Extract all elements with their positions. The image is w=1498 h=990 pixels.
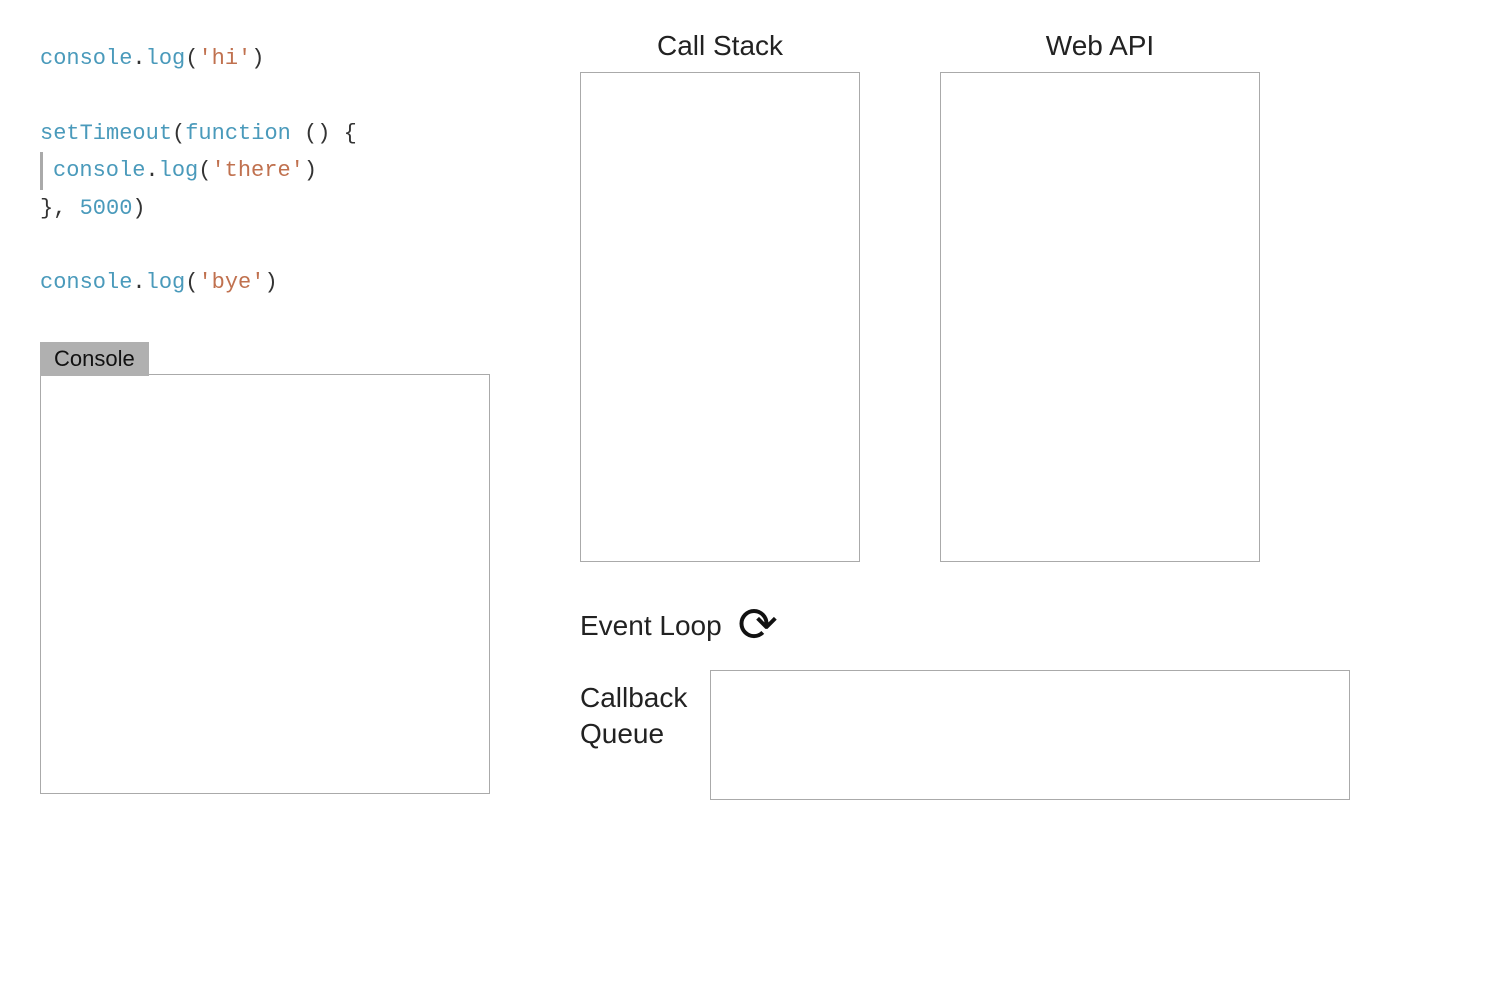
right-panel: Call Stack Web API Event Loop ⟳ Callback… (520, 30, 1458, 960)
code-console-1: console (40, 46, 132, 71)
left-panel: console.log('hi') setTimeout(function ()… (40, 30, 520, 960)
code-function-kw: function (185, 121, 291, 146)
web-api-box (940, 72, 1260, 562)
event-loop-label: Event Loop (580, 610, 722, 642)
main-container: console.log('hi') setTimeout(function ()… (0, 0, 1498, 990)
code-string-1: 'hi' (198, 46, 251, 71)
code-block: console.log('hi') setTimeout(function ()… (40, 30, 520, 312)
code-line-2: setTimeout(function () { (40, 115, 520, 152)
code-settimeout: setTimeout (40, 121, 172, 146)
code-string-5: 'bye' (198, 270, 264, 295)
code-method-3: log (159, 158, 199, 183)
code-line-4: }, 5000) (40, 190, 520, 227)
code-number: 5000 (80, 196, 133, 221)
refresh-icon: ⟳ (738, 602, 778, 650)
call-stack-title: Call Stack (657, 30, 783, 62)
code-console-5: console (40, 270, 132, 295)
code-line-5: console.log('bye') (40, 264, 520, 301)
console-section: Console (40, 342, 520, 794)
web-api-title: Web API (1046, 30, 1154, 62)
code-method-5: log (146, 270, 186, 295)
call-stack-box (580, 72, 860, 562)
console-label: Console (40, 342, 149, 376)
call-stack-section: Call Stack (580, 30, 860, 562)
code-string-3: 'there' (211, 158, 303, 183)
code-line-1: console.log('hi') (40, 40, 520, 77)
callback-queue-row: CallbackQueue (580, 670, 1458, 800)
top-boxes: Call Stack Web API (580, 30, 1458, 562)
code-method-1: log (146, 46, 186, 71)
event-loop-row: Event Loop ⟳ (580, 602, 1458, 650)
callback-queue-label: CallbackQueue (580, 670, 690, 753)
code-console-3: console (53, 158, 145, 183)
web-api-section: Web API (940, 30, 1260, 562)
console-box (40, 374, 490, 794)
code-line-3: console.log('there') (40, 152, 520, 189)
callback-queue-box (710, 670, 1350, 800)
